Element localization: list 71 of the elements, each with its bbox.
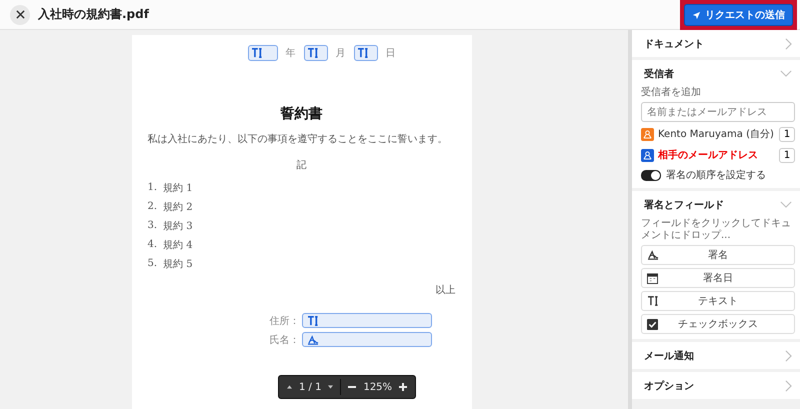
signature-icon: [306, 334, 318, 344]
item-text: 規約 2: [163, 200, 193, 214]
date-input-field[interactable]: [354, 45, 378, 61]
item-text: 規約 4: [163, 238, 193, 252]
next-page-button[interactable]: [326, 385, 336, 389]
recipient-name: 相手のメールアドレス: [658, 148, 759, 162]
item-number: 4.: [148, 239, 158, 250]
text-cursor-icon: [356, 48, 368, 58]
add-recipient-label: 受信者を追加: [641, 87, 702, 99]
close-icon: [16, 10, 24, 19]
fields-hint: フィールドをクリックしてドキュメントにドロップ...: [641, 218, 792, 242]
signing-order-field[interactable]: 1: [779, 148, 795, 162]
send-request-button[interactable]: リクエストの送信: [684, 4, 793, 26]
recipient-search-field[interactable]: 名前またはメールアドレス: [641, 102, 795, 122]
field-button[interactable]: チェックボックス: [641, 314, 795, 334]
send-icon: [692, 10, 701, 20]
section-title: ドキュメント: [644, 38, 704, 50]
file-title: 入社時の規約書.pdf: [38, 6, 149, 23]
field-button[interactable]: 署名日: [641, 268, 795, 288]
item-number: 1.: [148, 182, 158, 193]
caret-up-icon: [287, 385, 292, 389]
intro-text: 私は入社にあたり、以下の事項を遵守することをここに誓います。: [148, 133, 448, 146]
close-button[interactable]: [10, 4, 30, 24]
closing-text: 以上: [436, 284, 456, 297]
caret-down-icon: [328, 385, 334, 389]
text-cursor-icon: [306, 316, 318, 326]
checkbox-icon: [647, 318, 658, 330]
text-cursor-icon: [647, 296, 659, 306]
item-text: 規約 3: [163, 220, 193, 232]
item-number: 2.: [148, 201, 158, 212]
date-unit-label: 月: [336, 47, 346, 60]
zoom-out-button[interactable]: [346, 383, 358, 391]
calendar-icon: [647, 272, 658, 284]
section-header[interactable]: オプション: [632, 372, 800, 399]
date-unit-label: 日: [386, 47, 396, 60]
item-number: 5.: [148, 258, 158, 269]
section-header[interactable]: メール通知: [632, 342, 800, 369]
signature-field[interactable]: [302, 332, 432, 347]
section-title: オプション: [644, 379, 694, 392]
text-cursor-icon: [250, 48, 262, 58]
text-cursor-icon: [306, 48, 318, 58]
page-indicator: 1 / 1: [299, 382, 322, 392]
zoom-level: 125%: [363, 382, 392, 392]
section-title: メール通知: [644, 350, 694, 362]
section-header[interactable]: ドキュメント: [632, 30, 800, 57]
section-title: 署名とフィールド: [644, 198, 724, 212]
section-header[interactable]: 受信者: [632, 60, 800, 87]
date-input-field[interactable]: [304, 45, 328, 61]
document-title: 誓約書: [279, 105, 324, 123]
date-input-field[interactable]: [248, 45, 278, 61]
previous-page-button[interactable]: [285, 385, 294, 389]
text-input-field[interactable]: [302, 313, 432, 328]
signature-icon: [647, 250, 659, 260]
note-heading: 記: [296, 158, 308, 172]
item-text: 規約 5: [163, 258, 193, 270]
zoom-in-button[interactable]: [397, 383, 410, 391]
toggle-switch[interactable]: [641, 170, 661, 180]
field-button[interactable]: 署名: [641, 245, 795, 265]
minus-icon: [348, 383, 356, 391]
field-label: 住所：: [270, 314, 300, 328]
toggle-label: 署名の順序を設定する: [666, 168, 766, 182]
section-header[interactable]: 署名とフィールド: [632, 191, 800, 218]
item-text: 規約 1: [163, 182, 193, 194]
date-unit-label: 年: [286, 47, 296, 60]
section-title: 受信者: [644, 68, 674, 80]
field-button[interactable]: テキスト: [641, 291, 795, 311]
item-number: 3.: [148, 220, 158, 231]
signing-order-field[interactable]: 1: [779, 126, 795, 142]
field-label: 氏名：: [270, 334, 300, 347]
recipient-name: Kento Maruyama (自分): [658, 128, 775, 141]
plus-icon: [399, 383, 408, 391]
